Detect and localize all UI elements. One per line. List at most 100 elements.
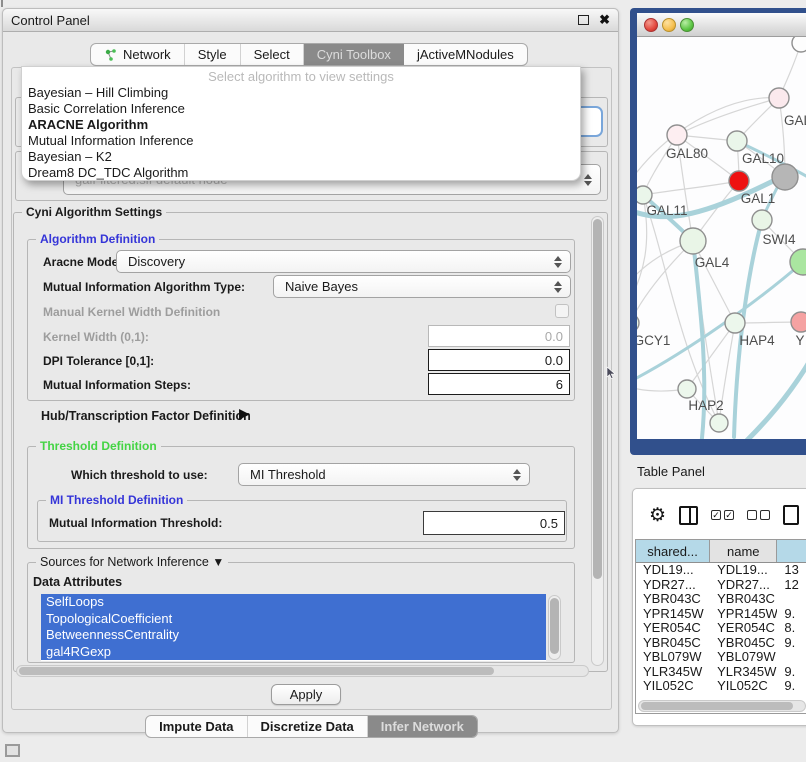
minimize-traffic-light[interactable] <box>662 18 676 32</box>
control-panel-titlebar: Control Panel ✖ <box>3 9 618 32</box>
bottom-tab-impute-data[interactable]: Impute Data <box>146 716 247 737</box>
table-horizontal-scrollbar[interactable] <box>638 700 806 712</box>
table-cell: YER054C <box>636 621 710 636</box>
node-label: GAL11 <box>646 203 687 218</box>
float-window-icon[interactable] <box>578 15 589 25</box>
table-row[interactable]: YBR045CYBR045C9. <box>636 636 806 651</box>
table-row[interactable]: YBL079WYBL079W <box>636 650 806 665</box>
node-salmon[interactable] <box>791 312 806 332</box>
table-cell: YPR145W <box>636 607 710 622</box>
data-attribute-item[interactable]: SelfLoops <box>41 594 546 611</box>
tab-label: Cyni Toolbox <box>317 47 391 62</box>
table-cell: YBR043C <box>636 592 710 607</box>
algorithm-option-list: Bayesian – Hill ClimbingBasic Correlatio… <box>22 85 580 181</box>
table-row[interactable]: YDR27...YDR27...12 <box>636 578 806 593</box>
column-header[interactable]: shared... <box>636 540 710 562</box>
minimized-panel-icon[interactable] <box>5 744 20 757</box>
aracne-mode-label: Aracne Mode: <box>43 255 122 269</box>
network-canvas[interactable]: GALGAL80GAL10GAL1GAL11GAL4SWI4GCY1HAP4YH… <box>637 37 806 439</box>
settings-vertical-scrollbar[interactable] <box>591 216 604 666</box>
table-row[interactable]: YBR043CYBR043C <box>636 592 806 607</box>
collapse-down-icon[interactable]: ▼ <box>212 555 224 569</box>
apply-button[interactable]: Apply <box>271 684 341 705</box>
data-attribute-item[interactable]: BetweennessCentrality <box>41 627 546 644</box>
close-icon[interactable]: ✖ <box>599 13 610 26</box>
node-swi4[interactable] <box>752 210 772 230</box>
node-gal4[interactable] <box>680 228 706 254</box>
unchecked-checkbox-icon[interactable] <box>747 510 757 520</box>
hub-definition-label[interactable]: Hub/Transcription Factor Definition <box>41 409 251 423</box>
algorithm-option[interactable]: Dream8 DC_TDC Algorithm <box>22 165 580 181</box>
control-panel-title: Control Panel <box>11 13 90 28</box>
node-gcy1[interactable] <box>637 314 639 332</box>
unchecked-checkbox-icon[interactable] <box>760 510 770 520</box>
dpi-tolerance-field[interactable]: 0.0 <box>428 349 570 371</box>
node-hap4[interactable] <box>725 313 745 333</box>
table-cell: YIL052C <box>636 679 710 694</box>
data-attributes-list[interactable]: SelfLoopsTopologicalCoefficientBetweenne… <box>41 594 546 661</box>
data-attribute-item[interactable]: gal4RGexp <box>41 644 546 661</box>
table-row[interactable]: YPR145WYPR145W9. <box>636 607 806 622</box>
close-traffic-light[interactable] <box>644 18 658 32</box>
algorithm-option[interactable]: Bayesian – K2 <box>22 149 580 165</box>
node-gal1[interactable] <box>729 171 749 191</box>
table-cell: YBL079W <box>636 650 710 665</box>
checked-checkbox-icon[interactable]: ✓ <box>711 510 721 520</box>
tab-select[interactable]: Select <box>241 44 304 65</box>
node-gal10[interactable] <box>727 131 747 151</box>
node-top[interactable] <box>792 37 806 52</box>
combo-stepper-icon <box>554 256 562 268</box>
tab-network[interactable]: Network <box>91 44 185 65</box>
column-header[interactable]: name <box>710 540 777 562</box>
network-edge <box>677 98 779 135</box>
bottom-tab-discretize-data[interactable]: Discretize Data <box>248 716 368 737</box>
document-icon[interactable] <box>783 505 799 525</box>
data-attribute-item[interactable]: TopologicalCoefficient <box>41 611 546 628</box>
expand-right-icon[interactable]: ▶ <box>239 405 250 422</box>
gear-icon[interactable]: ⚙ <box>649 506 666 525</box>
node-gal-partial[interactable] <box>769 88 789 108</box>
mi-type-combo[interactable]: Naive Bayes <box>273 275 571 298</box>
table-panel-toolbar: ⚙ ✓ ✓ <box>633 497 806 533</box>
node-label: HAP2 <box>688 398 723 413</box>
table-row[interactable]: YIL052CYIL052C9. <box>636 679 806 694</box>
node-gal80[interactable] <box>667 125 687 145</box>
kernel-width-field[interactable]: 0.0 <box>428 325 570 347</box>
algorithm-option[interactable]: Mutual Information Inference <box>22 133 580 149</box>
node-bottom[interactable] <box>710 414 728 432</box>
table-cell: YBR045C <box>636 636 710 651</box>
algorithm-option[interactable]: Basic Correlation Inference <box>22 101 580 117</box>
table-row[interactable]: YER054CYER054C8. <box>636 621 806 636</box>
node-gray[interactable] <box>772 164 798 190</box>
attributes-scrollbar[interactable] <box>548 595 561 660</box>
aracne-mode-combo[interactable]: Discovery <box>116 250 571 273</box>
node-gal11[interactable] <box>637 186 652 204</box>
settings-horizontal-scrollbar[interactable] <box>16 665 589 677</box>
table-row[interactable]: YDL19...YDL19...13 <box>636 563 806 578</box>
sources-title: Sources for Network Inference <box>40 555 209 569</box>
mi-steps-value: 6 <box>556 377 563 392</box>
algorithm-option[interactable]: ARACNE Algorithm <box>22 117 580 133</box>
tab-style[interactable]: Style <box>185 44 241 65</box>
column-header[interactable] <box>777 540 806 562</box>
columns-icon[interactable] <box>679 506 698 525</box>
table-cell: 9. <box>777 636 806 651</box>
bottom-tab-infer-network[interactable]: Infer Network <box>368 716 477 737</box>
which-threshold-combo[interactable]: MI Threshold <box>238 463 530 486</box>
mi-threshold-field[interactable]: 0.5 <box>423 511 565 535</box>
table-cell: YDR27... <box>636 578 710 593</box>
checked-checkbox-icon[interactable]: ✓ <box>724 510 734 520</box>
zoom-traffic-light[interactable] <box>680 18 694 32</box>
dpi-tolerance-value: 0.0 <box>545 353 563 368</box>
dpi-tolerance-label: DPI Tolerance [0,1]: <box>43 354 154 368</box>
mi-type-label: Mutual Information Algorithm Type: <box>43 280 245 294</box>
tab-jactivemnodules[interactable]: jActiveMNodules <box>404 44 527 65</box>
manual-kernel-checkbox[interactable] <box>555 304 569 318</box>
algorithm-option[interactable]: Bayesian – Hill Climbing <box>22 85 580 101</box>
table-row[interactable]: YLR345WYLR345W9. <box>636 665 806 680</box>
tab-label: jActiveMNodules <box>417 47 514 62</box>
mi-steps-field[interactable]: 6 <box>428 373 570 395</box>
node-hap2[interactable] <box>678 380 696 398</box>
tab-cyni-toolbox[interactable]: Cyni Toolbox <box>304 44 404 65</box>
table-cell: 12 <box>777 578 806 593</box>
